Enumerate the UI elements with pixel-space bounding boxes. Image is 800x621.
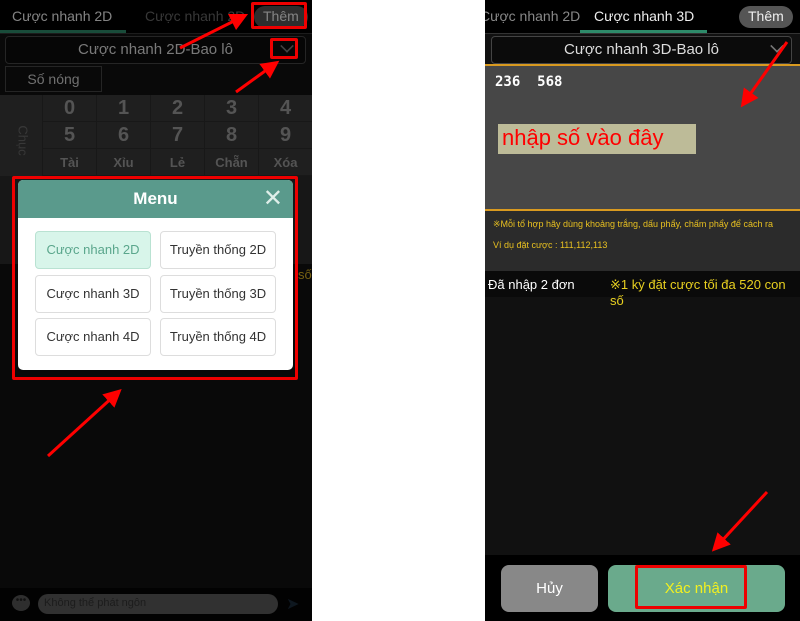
arrow-icon [740, 41, 789, 108]
annotation-arrows [46, 13, 789, 552]
arrow-icon [235, 60, 280, 94]
arrow-icon [46, 388, 122, 458]
arrow-icon [179, 13, 249, 50]
arrow-icon [711, 490, 769, 552]
